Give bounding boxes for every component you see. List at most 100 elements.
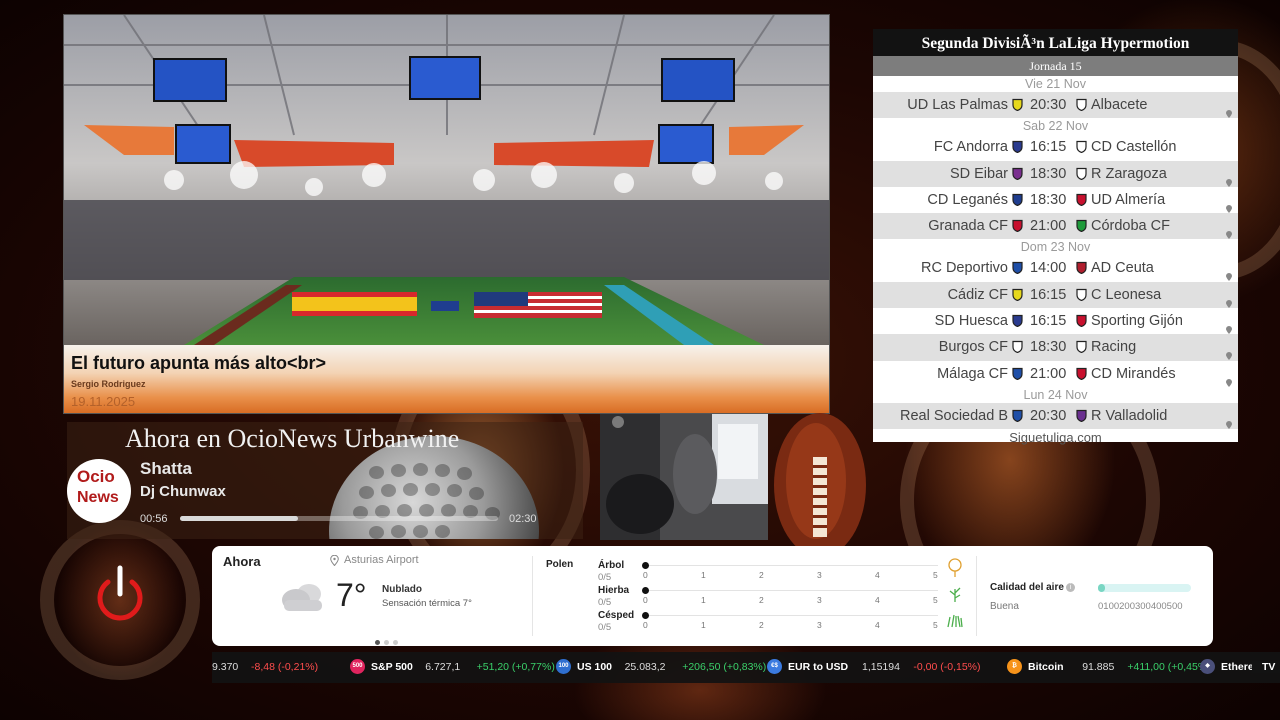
match-row[interactable]: SD Huesca 16:15 Sporting Gijón bbox=[873, 308, 1238, 335]
pollen-type: Hierba bbox=[598, 585, 630, 596]
ticker-value: 91.885 bbox=[1082, 661, 1115, 673]
carousel-dot[interactable] bbox=[393, 640, 398, 645]
pollen-value: 0/5 bbox=[598, 572, 612, 583]
pollen-tick: 1 bbox=[701, 620, 706, 630]
ticker-change: +411,00 (+0,45%) bbox=[1127, 661, 1211, 673]
match-day-label: Sab 22 Nov bbox=[1022, 119, 1089, 134]
ticker-name[interactable]: EUR to USD bbox=[788, 661, 848, 673]
elapsed-time: 00:56 bbox=[140, 513, 168, 525]
match-row[interactable]: RC Deportivo 14:00 AD Ceuta bbox=[873, 255, 1238, 282]
info-icon[interactable]: i bbox=[1066, 583, 1075, 592]
pollen-tick: 5 bbox=[933, 595, 938, 605]
kickoff-time: 18:30 bbox=[1030, 191, 1067, 208]
pollen-tick: 4 bbox=[875, 570, 880, 580]
logo-text-top: Ocio bbox=[77, 467, 115, 486]
away-team: C Leonesa bbox=[1091, 286, 1162, 303]
pollen-tick: 3 bbox=[817, 570, 822, 580]
pollen-tick: 0 bbox=[643, 595, 648, 605]
divider bbox=[532, 556, 533, 636]
air-quality-scale: 0100200300400500 bbox=[1098, 601, 1183, 612]
team-crest-icon bbox=[1075, 288, 1088, 301]
ticker-name[interactable]: US 100 bbox=[577, 661, 612, 673]
pollen-tick: 0 bbox=[643, 570, 648, 580]
away-team: Racing bbox=[1091, 339, 1137, 356]
ocionews-logo: Ocio News bbox=[67, 459, 131, 523]
home-team: RC Deportivo bbox=[920, 260, 1008, 277]
ticker-value: 6.727,1 bbox=[425, 661, 461, 673]
match-row[interactable]: Málaga CF 21:00 CD Mirandés bbox=[873, 361, 1238, 387]
match-row[interactable]: CD Leganés 18:30 UD Almería bbox=[873, 187, 1238, 213]
match-day-label: Vie 21 Nov bbox=[1025, 77, 1086, 91]
match-row[interactable]: Burgos CF 18:30 Racing bbox=[873, 334, 1238, 361]
map-pin-icon[interactable] bbox=[1226, 264, 1232, 282]
team-crest-icon bbox=[1075, 409, 1088, 422]
ticker-value: 9.370 bbox=[212, 661, 239, 673]
tradingview-logo[interactable]: TV bbox=[1252, 661, 1280, 673]
ticker-value: 1,15194 bbox=[862, 661, 900, 673]
weather-location[interactable]: Asturias Airport bbox=[344, 554, 419, 566]
match-row[interactable]: FC Andorra 16:15 CD Castellón bbox=[873, 134, 1238, 160]
ticker-name[interactable]: Bitcoin bbox=[1028, 661, 1064, 673]
away-team: R Valladolid bbox=[1091, 407, 1168, 424]
feels-like: Sensación térmica 7° bbox=[382, 598, 472, 609]
home-team: FC Andorra bbox=[933, 139, 1008, 156]
carousel-dots[interactable] bbox=[375, 632, 402, 650]
pollen-scale-line bbox=[646, 615, 938, 616]
match-row[interactable]: SD Eibar 18:30 R Zaragoza bbox=[873, 160, 1238, 187]
team-crest-icon bbox=[1075, 167, 1088, 180]
ticker-icon: 500 bbox=[350, 659, 365, 674]
pollen-level-marker bbox=[642, 612, 649, 619]
kickoff-time: 20:30 bbox=[1030, 407, 1067, 424]
map-pin-icon[interactable] bbox=[1226, 317, 1232, 335]
fixtures-footer-link[interactable]: Siguetuliga.com bbox=[873, 429, 1238, 447]
home-team: Málaga CF bbox=[937, 365, 1008, 382]
total-time: 02:30 bbox=[509, 513, 537, 525]
map-pin-icon[interactable] bbox=[1226, 291, 1232, 308]
kickoff-time: 16:15 bbox=[1030, 139, 1067, 156]
map-pin-icon[interactable] bbox=[1226, 196, 1232, 213]
map-pin-icon[interactable] bbox=[1226, 370, 1232, 387]
webcam-feed bbox=[600, 414, 768, 540]
pollen-tick: 2 bbox=[759, 570, 764, 580]
team-crest-icon bbox=[1011, 409, 1024, 422]
home-team: SD Huesca bbox=[934, 313, 1008, 330]
map-pin-icon[interactable] bbox=[1226, 101, 1232, 118]
fixtures-title: Segunda DivisiÃ³n LaLiga Hypermotion bbox=[873, 29, 1238, 56]
kickoff-time: 16:15 bbox=[1030, 286, 1067, 303]
power-icon[interactable] bbox=[94, 562, 146, 624]
pollen-level-marker bbox=[642, 587, 649, 594]
map-pin-icon[interactable] bbox=[1226, 412, 1232, 429]
kickoff-time: 16:15 bbox=[1030, 313, 1067, 330]
article-title[interactable]: El futuro apunta más alto<br> bbox=[71, 353, 326, 374]
match-row[interactable]: Cádiz CF 16:15 C Leonesa bbox=[873, 281, 1238, 309]
map-pin-icon[interactable] bbox=[1226, 343, 1232, 361]
ticker-icon: ◆ bbox=[1200, 659, 1215, 674]
ticker-icon: 100 bbox=[556, 659, 571, 674]
pollen-tick: 2 bbox=[759, 595, 764, 605]
now-playing-widget: Ahora en OcioNews Urbanwine Ocio News Sh… bbox=[67, 422, 583, 539]
football-image bbox=[774, 413, 866, 548]
match-row[interactable]: Granada CF 21:00 Córdoba CF bbox=[873, 213, 1238, 240]
map-pin-icon[interactable] bbox=[1226, 170, 1232, 187]
now-playing-heading: Ahora en OcioNews Urbanwine bbox=[125, 424, 460, 453]
air-quality-bar bbox=[1098, 584, 1191, 592]
away-team: CD Mirandés bbox=[1091, 365, 1176, 382]
match-row[interactable]: UD Las Palmas 20:30 Albacete bbox=[873, 92, 1238, 119]
home-team: Cádiz CF bbox=[947, 286, 1008, 303]
away-team: CD Castellón bbox=[1091, 139, 1177, 156]
carousel-dot[interactable] bbox=[375, 640, 380, 645]
match-row[interactable]: Real Sociedad B 20:30 R Valladolid bbox=[873, 402, 1238, 430]
pollen-type: Árbol bbox=[598, 560, 625, 571]
team-crest-icon bbox=[1011, 219, 1024, 233]
ticker-name[interactable]: S&P 500 bbox=[371, 661, 413, 673]
carousel-dot[interactable] bbox=[384, 640, 389, 645]
map-pin-icon[interactable] bbox=[1226, 222, 1232, 240]
pollen-value: 0/5 bbox=[598, 597, 612, 608]
team-crest-icon bbox=[1075, 261, 1088, 275]
featured-article[interactable]: El futuro apunta más alto<br> Sergio Rod… bbox=[63, 14, 830, 414]
team-crest-icon bbox=[1011, 340, 1024, 354]
progress-bar[interactable] bbox=[180, 516, 498, 521]
away-team: Albacete bbox=[1091, 97, 1148, 113]
pollen-tick: 4 bbox=[875, 620, 880, 630]
team-crest-icon bbox=[1075, 98, 1088, 111]
